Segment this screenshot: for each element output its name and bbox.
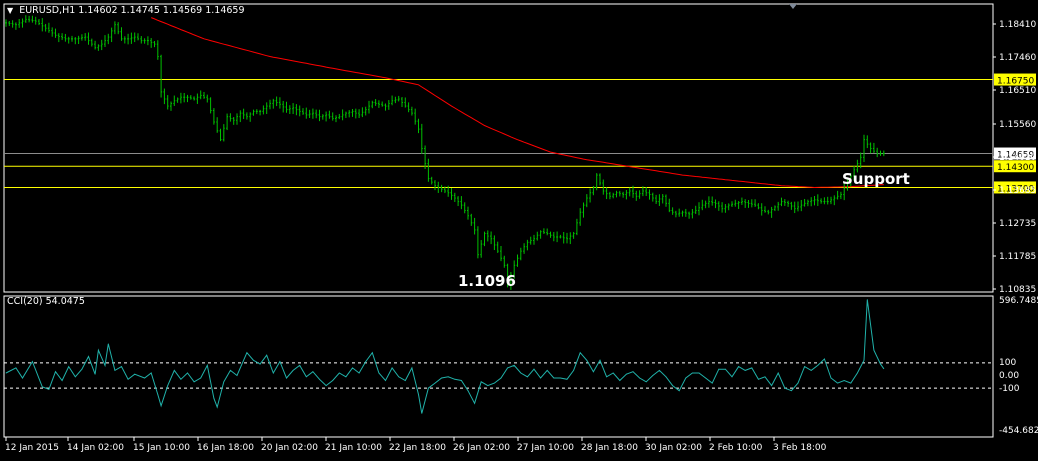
cci-axis-label: -454.6828 [999, 426, 1038, 436]
time-axis-label: 20 Jan 02:00 [261, 443, 318, 453]
time-axis-label: 27 Jan 10:00 [517, 443, 574, 453]
price-axis-label: 1.16510 [999, 86, 1036, 96]
time-axis-label: 15 Jan 10:00 [133, 443, 190, 453]
time-axis-label: 16 Jan 18:00 [197, 443, 254, 453]
symbol-label: EURUSD,H1 [19, 5, 76, 16]
ohlc-values: 1.14602 1.14745 1.14569 1.14659 [78, 5, 245, 16]
cci-axis-label: 0.00 [999, 371, 1019, 381]
price-axis-label: 1.15560 [999, 120, 1036, 130]
price-axis-label: 1.18410 [999, 20, 1036, 30]
time-axis-label: 21 Jan 10:00 [325, 443, 382, 453]
time-axis-label: 30 Jan 02:00 [645, 443, 702, 453]
level-label-1: 1.14300 [997, 163, 1034, 173]
price-axis-label: 1.12735 [999, 219, 1036, 229]
time-axis-label: 26 Jan 02:00 [453, 443, 510, 453]
price-axis-label: 1.13685 [999, 186, 1036, 196]
shift-marker-icon[interactable] [789, 4, 797, 9]
price-axis-label: 1.14610 [999, 153, 1036, 163]
cci-plot-frame [3, 295, 994, 438]
chart-window: 1.16750 1.14300 1.13700 1.14659 1.18410 1.174… [0, 0, 1038, 457]
time-axis-label: 12 Jan 2015 [5, 443, 59, 453]
price-axis-label: 1.11785 [999, 252, 1036, 262]
cci-axis-label: 596.7485 [999, 296, 1038, 306]
cci-title: CCI(20) 54.0475 [7, 296, 85, 307]
chart-canvas[interactable]: 1.167501.143001.137001.146591.184101.174… [0, 0, 1038, 457]
time-axis-label: 28 Jan 18:00 [581, 443, 638, 453]
price-axis-label: 1.17460 [999, 53, 1036, 63]
low-price-annotation: 1.1096 [458, 272, 516, 290]
cci-axis-label: 100 [999, 358, 1016, 368]
price-axis-label: 1.10835 [999, 285, 1036, 295]
time-axis-label: 3 Feb 18:00 [773, 443, 827, 453]
time-axis-label: 2 Feb 10:00 [709, 443, 763, 453]
time-axis-label: 22 Jan 18:00 [389, 443, 446, 453]
time-axis-label: 14 Jan 02:00 [67, 443, 124, 453]
cci-line [5, 299, 885, 414]
triangle-down-icon[interactable]: ▼ [7, 6, 13, 15]
symbol-header: ▼ EURUSD,H1 1.14602 1.14745 1.14569 1.14… [7, 5, 245, 16]
moving-average-line [151, 17, 884, 189]
cci-axis-label: -100 [999, 384, 1020, 394]
support-annotation: Support [842, 170, 910, 188]
main-plot-frame [3, 3, 994, 293]
